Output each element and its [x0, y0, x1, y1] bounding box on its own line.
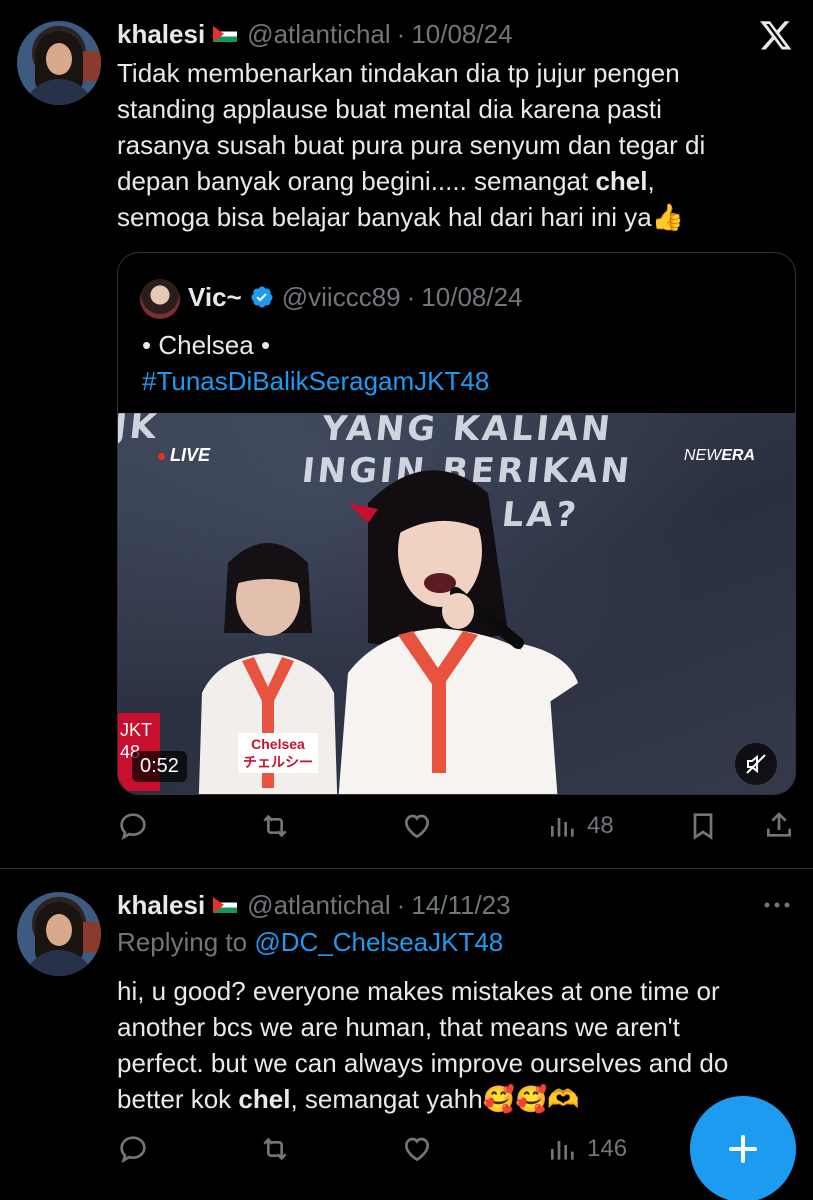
tweet-text-line: depan banyak orang begini..... semangat … [117, 163, 797, 199]
tweet-text-line: Tidak membenarkan tindakan dia tp jujur … [117, 58, 680, 88]
display-name[interactable]: khalesi [117, 18, 205, 50]
separator-dot: · [406, 282, 416, 312]
separator-dot: · [396, 19, 406, 49]
tweet-header: khalesi @atlantichal · 10/08/24 [117, 18, 513, 50]
x-logo-icon[interactable] [759, 18, 793, 52]
avatar-face [46, 914, 72, 946]
tweet-text-line: standing applause buat mental dia karena… [117, 94, 662, 124]
views-count: 146 [587, 1135, 628, 1162]
plus-icon [729, 1135, 757, 1163]
views-icon [551, 1141, 574, 1160]
mute-icon [746, 754, 766, 774]
quoted-display-name[interactable]: Vic~ [188, 281, 242, 313]
avatar-face [46, 43, 72, 75]
tweet-date[interactable]: 14/11/23 [411, 889, 510, 921]
bookmark-icon [693, 813, 713, 840]
brand-prefix: NEW [683, 447, 722, 464]
repost-icon [263, 814, 287, 838]
bookmark-button[interactable] [687, 810, 719, 842]
avatar[interactable] [17, 892, 101, 976]
compose-button[interactable] [690, 1096, 796, 1200]
avatar-background [83, 922, 101, 952]
tweet-text-segment: semoga bisa belajar banyak hal dari hari… [117, 202, 652, 232]
tweet-text-segment: better kok [117, 1084, 239, 1114]
tweet-text-line: rasanya susah buat pura pura senyum dan … [117, 130, 706, 160]
comma: , [647, 166, 655, 196]
name-caption: Chelsea チェルシー [238, 733, 318, 773]
separator-dot: · [396, 890, 406, 920]
avatar-shoulders [23, 950, 95, 976]
reply-icon [120, 813, 146, 841]
quoted-handle[interactable]: @viiccc89 [282, 281, 401, 313]
share-button[interactable] [763, 810, 795, 842]
heart-icon [404, 1137, 430, 1162]
replying-to: Replying to @DC_ChelseaJKT48 [117, 926, 503, 958]
quoted-text: • Chelsea • #TunasDiBalikSeragamJKT48 [142, 327, 489, 399]
repost-icon [263, 1137, 287, 1161]
tweet-text-line: better kok chel, semangat yahh🥰🥰🫶 [117, 1081, 797, 1118]
views-button[interactable]: 146 [547, 1133, 627, 1165]
brand-watermark: NEWERA [684, 447, 755, 465]
views-button[interactable]: 48 [547, 810, 614, 842]
avatar-shoulders [23, 79, 95, 105]
verified-badge-icon [251, 286, 273, 308]
bold-word: chel [238, 1084, 291, 1114]
brand-suffix: ERA [721, 447, 755, 464]
views-count: 48 [587, 812, 614, 839]
quoted-avatar[interactable] [140, 279, 180, 319]
name-caption-jp: チェルシー [243, 754, 313, 770]
logo-text: JKT [120, 720, 153, 740]
live-label: LIVE [158, 445, 210, 466]
tweet-header: khalesi @atlantichal · 14/11/23 [117, 889, 511, 921]
tweet-text-line: hi, u good? everyone makes mistakes at o… [117, 976, 720, 1006]
views-icon [551, 818, 574, 837]
reply-button[interactable] [117, 1133, 149, 1165]
video-duration: 0:52 [132, 751, 187, 782]
like-button[interactable] [401, 810, 433, 842]
mention-link[interactable]: @DC_ChelseaJKT48 [254, 927, 503, 957]
tweet-date[interactable]: 10/08/24 [411, 18, 512, 50]
share-icon [767, 812, 791, 837]
tweet-text-segment: depan banyak orang begini..... semangat [117, 166, 596, 196]
reply-button[interactable] [117, 810, 149, 842]
chalk-text: JK [118, 413, 162, 447]
thumbs-up-emoji: 👍 [651, 203, 685, 233]
palestine-flag-icon [213, 897, 238, 913]
replying-prefix: Replying to [117, 927, 255, 957]
tweet-text-line: semoga bisa belajar banyak hal dari hari… [117, 199, 797, 236]
quoted-text-line: • Chelsea • [142, 330, 271, 360]
display-name[interactable]: khalesi [117, 889, 205, 921]
quoted-header: Vic~ @viiccc89 · 10/08/24 [188, 281, 523, 313]
reply-icon [120, 1136, 146, 1164]
more-options-icon[interactable] [763, 900, 791, 910]
user-handle[interactable]: @atlantichal [247, 18, 390, 50]
hashtag-link[interactable]: #TunasDiBalikSeragamJKT48 [142, 363, 489, 399]
repost-button[interactable] [259, 1133, 291, 1165]
avatar[interactable] [17, 21, 101, 105]
palestine-flag-icon [213, 26, 238, 42]
repost-button[interactable] [259, 810, 291, 842]
tweet-text-segment: , semangat yahh [290, 1084, 483, 1114]
tweet-text-line: another bcs we are human, that means we … [117, 1012, 680, 1042]
quoted-date[interactable]: 10/08/24 [421, 281, 522, 313]
user-handle[interactable]: @atlantichal [247, 889, 390, 921]
bold-word: chel [595, 166, 648, 196]
tweet-actions: 48 [117, 810, 797, 850]
tweet-main[interactable]: khalesi @atlantichal · 10/08/24 Tidak me… [0, 0, 813, 868]
avatar-background [83, 51, 101, 81]
mute-button[interactable] [735, 743, 777, 785]
quoted-tweet[interactable]: Vic~ @viiccc89 · 10/08/24 • Chelsea • #T… [117, 252, 796, 795]
tweet-text: hi, u good? everyone makes mistakes at o… [117, 973, 797, 1118]
tweet-text: Tidak membenarkan tindakan dia tp jujur … [117, 55, 797, 236]
name-caption-en: Chelsea [251, 736, 305, 752]
heart-icon [404, 814, 430, 839]
like-button[interactable] [401, 1133, 433, 1165]
heart-face-emojis: 🥰🥰🫶 [482, 1085, 580, 1115]
tweet-text-line: perfect. but we can always improve ourse… [117, 1048, 729, 1078]
video-player[interactable]: JK YANG KALIAN INGIN BERIKAN LA? LIVE NE… [118, 413, 795, 794]
video-person-singer [338, 470, 578, 794]
